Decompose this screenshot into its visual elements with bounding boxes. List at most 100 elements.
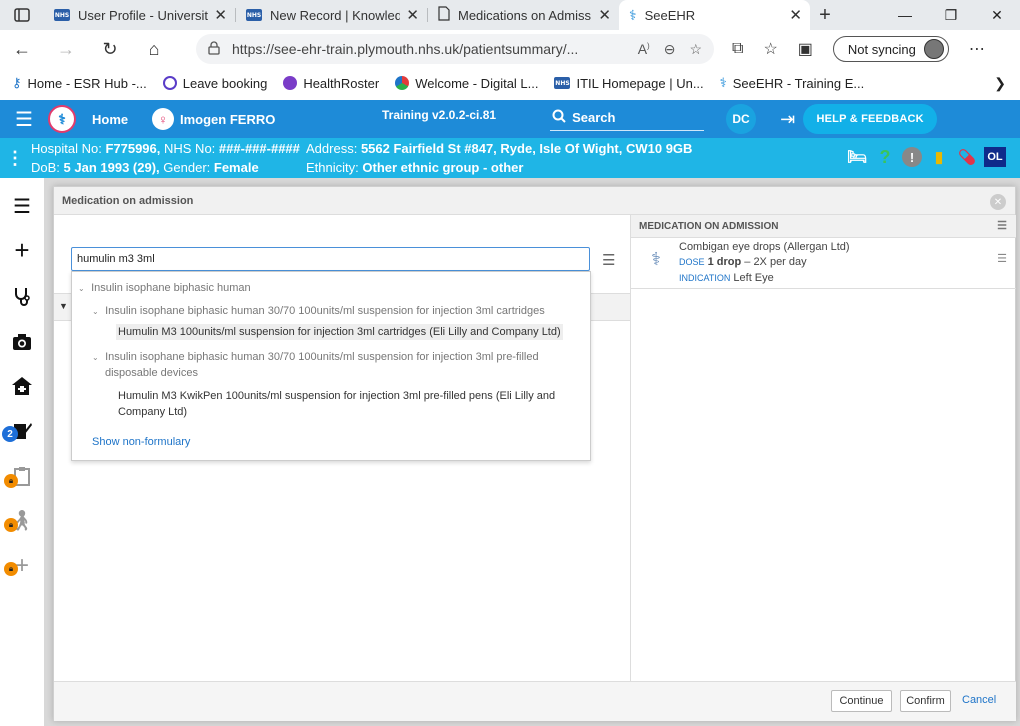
favorite-label: Home - ESR Hub -... [27, 75, 147, 91]
banner-menu-icon[interactable]: ⋮ [6, 148, 24, 169]
menu-icon[interactable]: ☰ [997, 219, 1007, 232]
collections-icon[interactable]: ▣ [798, 39, 813, 59]
continue-button[interactable]: Continue [831, 690, 892, 712]
nhs-icon: NHS [554, 77, 571, 89]
home-icon[interactable]: ⌂ [132, 30, 176, 68]
dose-value: 1 drop [707, 256, 742, 268]
medication-dose: DOSE 1 drop – 2X per day [679, 256, 807, 268]
lock-icon: 🔒︎ [4, 518, 18, 532]
tab-actions-icon[interactable] [0, 0, 44, 30]
medication-search-pane: ▼ ☰ ⌄ Insulin isophane biphasic human ⌄ … [54, 215, 630, 681]
result-group-label: Insulin isophane biphasic human [91, 282, 251, 294]
modal-footer: Continue Confirm Cancel [54, 681, 1016, 721]
result-subgroup[interactable]: ⌄ Insulin isophane biphasic human 30/70 … [92, 349, 539, 366]
home-link[interactable]: Home [92, 112, 140, 127]
nhs-icon: NHS [54, 9, 70, 21]
list-item[interactable]: ⚕ Combigan eye drops (Allergan Ltd) DOSE… [631, 238, 1016, 289]
stethoscope-icon[interactable] [0, 276, 44, 316]
pill-icon[interactable]: 💊︎ [956, 146, 978, 168]
more-icon[interactable]: ⋯ [969, 39, 985, 59]
seeehr-icon: ⚕ [629, 6, 637, 23]
hospital-no-label: Hospital No: [31, 141, 102, 156]
list-icon[interactable]: ☰ [0, 186, 44, 226]
plus-icon[interactable]: + [0, 230, 44, 270]
alert-icon[interactable]: ! [902, 147, 922, 167]
gender: Female [213, 160, 259, 175]
result-subgroup-label: Insulin isophane biphasic human 30/70 10… [105, 351, 539, 363]
lock-icon [208, 40, 220, 58]
sync-label: Not syncing [847, 41, 916, 57]
show-non-formulary-link[interactable]: Show non-formulary [92, 434, 190, 450]
browser-tab-seeehr[interactable]: ⚕ SeeEHR ✕ [619, 0, 810, 30]
favorite-leave-booking[interactable]: Leave booking [162, 76, 267, 91]
browser-tab-bar: NHS User Profile - University ✕ NHS New … [0, 0, 1020, 30]
ol-badge[interactable]: OL [984, 147, 1006, 167]
hospital-icon[interactable] [0, 366, 44, 406]
menu-icon[interactable]: ☰ [997, 252, 1007, 265]
url-field[interactable]: https://see-ehr-train.plymouth.nhs.uk/pa… [196, 34, 714, 64]
logout-icon[interactable]: ⇥ [780, 109, 795, 130]
restore-icon[interactable]: ❐ [928, 0, 974, 30]
close-icon[interactable]: ✕ [406, 6, 419, 24]
browser-tab-medications[interactable]: Medications on Admiss ✕ [428, 0, 619, 30]
caret-down-icon[interactable]: ▼ [59, 301, 68, 311]
minimize-icon[interactable]: — [882, 0, 928, 30]
sync-button[interactable]: Not syncing [832, 36, 949, 62]
browser-tab-user-profile[interactable]: NHS User Profile - University ✕ [44, 0, 235, 30]
camera-icon[interactable] [0, 322, 44, 362]
forward-icon[interactable]: → [44, 30, 88, 68]
tab-title: Medications on Admiss [458, 7, 591, 23]
close-icon[interactable]: ✕ [598, 6, 611, 24]
question-icon[interactable]: ? [874, 146, 896, 168]
search-icon [552, 109, 566, 126]
battery-icon[interactable]: ▮ [928, 146, 950, 168]
indication-label: INDICATION [679, 273, 731, 283]
result-item-label: Humulin M3 100units/ml suspension for in… [116, 324, 563, 340]
bed-icon[interactable]: 🛏︎ [846, 146, 868, 168]
favorite-seeehr-training[interactable]: ⚕ SeeEHR - Training E... [720, 75, 865, 91]
back-icon[interactable]: ← [0, 30, 44, 68]
nhs-no: ###-###-#### [218, 141, 300, 156]
refresh-icon[interactable]: ↻ [88, 30, 132, 68]
read-aloud-icon[interactable]: A) [638, 41, 650, 58]
favorites-icon[interactable]: ☆ [763, 39, 777, 59]
close-icon[interactable]: ✕ [990, 194, 1006, 210]
favorite-label: SeeEHR - Training E... [732, 75, 865, 91]
medication-search-input[interactable] [71, 247, 590, 271]
lock-icon: 🔒︎ [4, 474, 18, 488]
panel-header: MEDICATION ON ADMISSION ☰ [631, 215, 1016, 238]
extensions-icon[interactable]: ⧉ [732, 40, 743, 58]
result-item[interactable]: Humulin M3 KwikPen 100units/ml suspensio… [118, 388, 555, 404]
hamburger-menu-icon[interactable]: ☰ [0, 107, 48, 132]
close-icon[interactable]: ✕ [214, 6, 227, 24]
dose-label: DOSE [679, 257, 705, 267]
favorite-esr-hub[interactable]: ⚷ Home - ESR Hub -... [12, 75, 147, 91]
result-subgroup[interactable]: ⌄ Insulin isophane biphasic human 30/70 … [92, 303, 545, 320]
address-bar: ← → ↻ ⌂ https://see-ehr-train.plymouth.n… [0, 30, 1020, 68]
chevron-right-icon[interactable]: ❯ [994, 75, 1006, 92]
close-icon[interactable]: ✕ [789, 6, 802, 24]
help-feedback-button[interactable]: HELP & FEEDBACK [803, 104, 938, 134]
favorite-healthroster[interactable]: HealthRoster [283, 76, 379, 91]
patient-name[interactable]: Imogen FERRO [180, 112, 310, 127]
result-group[interactable]: ⌄ Insulin isophane biphasic human [78, 280, 251, 297]
medication-indication: INDICATION Left Eye [679, 272, 774, 284]
window-close-icon[interactable]: ✕ [974, 0, 1020, 30]
confirm-button[interactable]: Confirm [900, 690, 951, 712]
nhs-icon: NHS [246, 9, 262, 21]
result-item-selected[interactable]: Humulin M3 100units/ml suspension for in… [116, 324, 563, 340]
new-tab-button[interactable]: + [810, 0, 840, 30]
add-favorite-icon[interactable]: ☆ [689, 41, 702, 58]
app-search[interactable]: Search [550, 107, 705, 131]
zoom-icon[interactable]: ⊖ [664, 41, 676, 58]
seeehr-logo: ⚕ [48, 105, 76, 133]
favorite-itil[interactable]: NHS ITIL Homepage | Un... [554, 76, 704, 91]
browser-tab-new-record[interactable]: NHS New Record | Knowledg ✕ [236, 0, 427, 30]
indication-value: Left Eye [733, 272, 774, 284]
user-avatar[interactable]: DC [726, 104, 757, 134]
favorite-welcome-digital[interactable]: Welcome - Digital L... [395, 76, 538, 91]
medication-list-pane: MEDICATION ON ADMISSION ☰ ⚕ Combigan eye… [630, 215, 1016, 681]
menu-icon[interactable]: ☰ [602, 251, 615, 269]
patient-banner: ⋮ Hospital No: F775996, NHS No: ###-###-… [0, 138, 1020, 178]
cancel-link[interactable]: Cancel [962, 694, 996, 706]
